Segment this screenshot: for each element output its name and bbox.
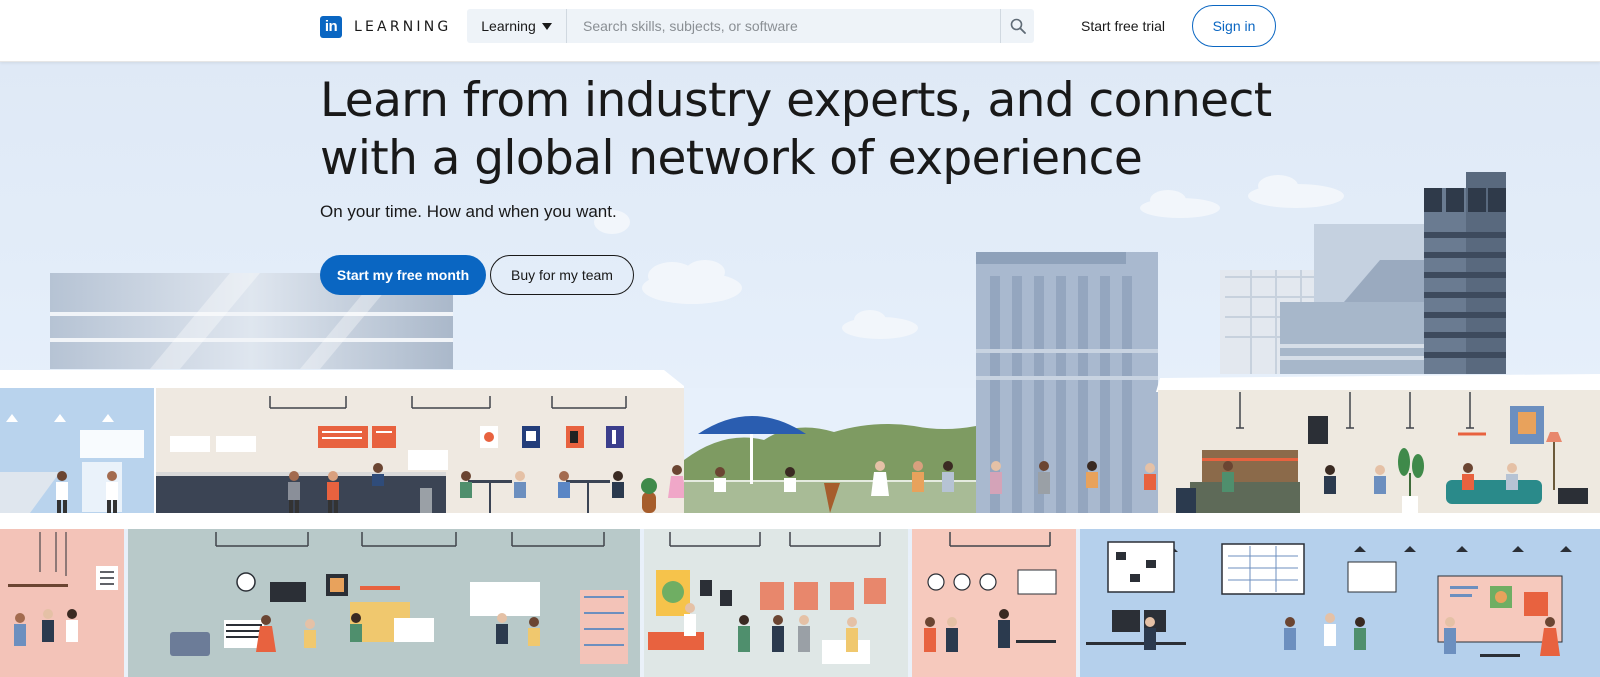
- upper-floor: [0, 388, 1600, 513]
- start-free-month-button[interactable]: Start my free month: [320, 255, 486, 295]
- hero-subheadline: On your time. How and when you want.: [320, 202, 617, 221]
- hero-headline: Learn from industry experts, and connect…: [320, 73, 1272, 186]
- caret-down-icon: [541, 22, 552, 30]
- center-tower: [976, 252, 1158, 516]
- lower-floor: [0, 529, 1600, 677]
- search-icon: [1010, 18, 1026, 34]
- top-navigation-bar: in LEARNING Learning Start free trial Si…: [0, 0, 1600, 62]
- linkedin-logo-icon: in: [320, 16, 342, 38]
- linkedin-learning-logo[interactable]: in LEARNING: [320, 15, 451, 39]
- search-button[interactable]: [1000, 9, 1034, 43]
- search-category-label: Learning: [481, 18, 536, 34]
- logo-wordmark: LEARNING: [354, 19, 452, 35]
- start-free-trial-link[interactable]: Start free trial: [1081, 18, 1165, 34]
- sign-in-button[interactable]: Sign in: [1192, 5, 1276, 47]
- hero-section: Learn from industry experts, and connect…: [0, 62, 1600, 677]
- search-category-dropdown[interactable]: Learning: [467, 9, 567, 43]
- buy-for-team-button[interactable]: Buy for my team: [490, 255, 634, 295]
- search-input[interactable]: [567, 9, 1000, 43]
- search-bar: Learning: [467, 9, 1034, 43]
